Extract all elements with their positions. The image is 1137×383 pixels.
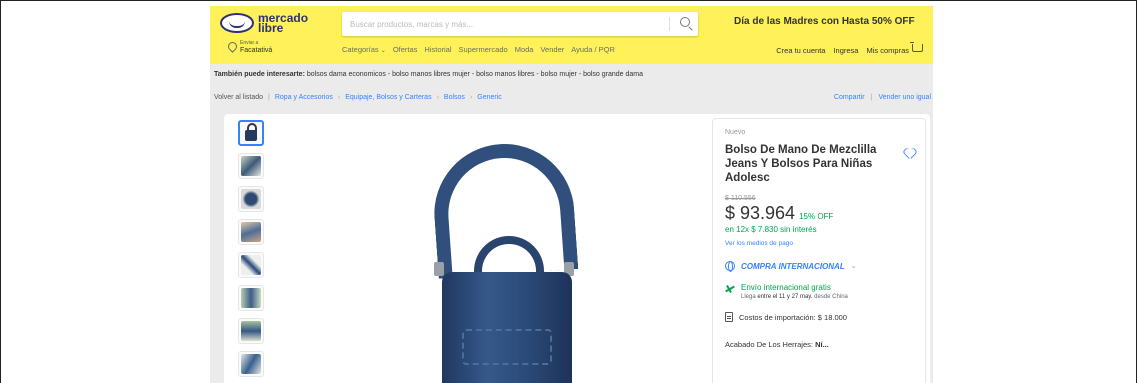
- shipping-title: Envío internacional gratis: [741, 283, 831, 292]
- thumbnail-gallery: [238, 120, 266, 383]
- breadcrumb: Volver al listado | Ropa y Accesorios › …: [214, 94, 502, 101]
- breadcrumb-item[interactable]: Ropa y Accesorios: [275, 94, 333, 101]
- nav-categories-label: Categorías: [342, 45, 379, 54]
- breadcrumb-separator: |: [268, 94, 270, 101]
- account-links: Crea tu cuenta Ingresa Mis compras: [776, 46, 909, 55]
- back-to-list-link[interactable]: Volver al listado: [214, 94, 263, 101]
- shipping-dates: entre el 11 y 27 may.: [757, 294, 813, 300]
- condition-label: Nuevo: [725, 129, 746, 136]
- my-purchases-link[interactable]: Mis compras: [866, 46, 909, 55]
- handshake-logo-icon: [220, 13, 254, 33]
- thumbnail-image: [241, 321, 261, 341]
- logo-text: mercado libre: [258, 12, 308, 34]
- thumbnail-image: [241, 354, 261, 374]
- frame-left-border: [0, 0, 1, 383]
- search-input[interactable]: [342, 12, 662, 36]
- bag-clip: [434, 262, 444, 276]
- related-links[interactable]: bolsos dama economicos - bolso manos lib…: [307, 71, 643, 78]
- nav-history[interactable]: Historial: [424, 45, 451, 54]
- thumbnail-image: [241, 288, 261, 308]
- import-costs-text: Costos de importación: $ 18.000: [739, 312, 847, 322]
- breadcrumb-item[interactable]: Bolsos: [444, 94, 465, 101]
- thumbnail[interactable]: [238, 153, 264, 179]
- nav-offers[interactable]: Ofertas: [393, 45, 418, 54]
- thumbnail[interactable]: [238, 120, 264, 146]
- create-account-link[interactable]: Crea tu cuenta: [776, 46, 825, 55]
- international-label: COMPRA INTERNACIONAL: [741, 261, 845, 271]
- nav-categories[interactable]: Categorías ⌄: [342, 45, 386, 54]
- product-page: mercado libre Día de las Madres con Hast…: [210, 6, 933, 383]
- product-title: Bolso De Mano De Mezclilla Jeans Y Bolso…: [725, 144, 877, 184]
- discount-badge: 15% OFF: [799, 212, 834, 221]
- nav-help[interactable]: Ayuda / PQR: [571, 45, 615, 54]
- main-nav: Categorías ⌄ Ofertas Historial Supermerc…: [342, 45, 615, 54]
- thumbnail-image: [241, 222, 261, 242]
- share-actions: Compartir | Vender uno igual: [834, 94, 931, 101]
- installments-text: en 12x $ 7.830 sin interés: [725, 225, 817, 234]
- cart-icon[interactable]: [910, 42, 923, 52]
- breadcrumb-chevron-icon: ›: [337, 94, 341, 101]
- promo-banner[interactable]: Día de las Madres con Hasta 50% OFF: [734, 16, 915, 27]
- thumbnail[interactable]: [238, 219, 264, 245]
- breadcrumb-chevron-icon: ›: [469, 94, 473, 101]
- international-purchase[interactable]: COMPRA INTERNACIONAL ⌄: [725, 261, 913, 272]
- shipping-eta: Llega entre el 11 y 27 may. desde China: [741, 294, 848, 300]
- thumbnail[interactable]: [238, 285, 264, 311]
- search-bar: [342, 12, 698, 36]
- location-label: Enviar a: [240, 40, 259, 46]
- thumbnail-image: [241, 156, 261, 176]
- site-header: mercado libre Día de las Madres con Hast…: [210, 6, 933, 64]
- airplane-icon: [725, 284, 735, 294]
- frame-top-border: [0, 0, 1137, 1]
- bag-body: [442, 272, 572, 383]
- thumbnail[interactable]: [238, 351, 264, 377]
- login-link[interactable]: Ingresa: [833, 46, 858, 55]
- payment-methods-link[interactable]: Ver los medios de pago: [725, 240, 913, 247]
- share-link[interactable]: Compartir: [834, 94, 865, 101]
- thumbnail[interactable]: [238, 186, 264, 212]
- location-pin-icon: [226, 40, 239, 53]
- attribute-value: Ní...: [815, 340, 829, 349]
- chevron-down-icon: ⌄: [850, 263, 857, 270]
- product-main-image[interactable]: [404, 139, 604, 383]
- shipping-info: Envío internacional gratis Llega entre e…: [725, 283, 913, 300]
- attribute-label: Acabado De Los Herrajes:: [725, 340, 813, 349]
- bag-thumbnail-image: [245, 123, 257, 141]
- thumbnail-image: [241, 255, 261, 275]
- heart-icon[interactable]: [904, 149, 915, 159]
- shipping-origin: desde China: [814, 294, 848, 300]
- location-value: Facatativá: [240, 47, 273, 54]
- original-price: $ 110.556: [725, 195, 756, 202]
- product-attribute: Acabado De Los Herrajes: Ní...: [725, 340, 913, 349]
- breadcrumb-item[interactable]: Equipaje, Bolsos y Carteras: [345, 94, 431, 101]
- nav-sell[interactable]: Vender: [540, 45, 564, 54]
- buy-box: Nuevo Bolso De Mano De Mezclilla Jeans Y…: [712, 118, 926, 383]
- thumbnail-image: [241, 189, 261, 209]
- sell-similar-link[interactable]: Vender uno igual: [878, 94, 931, 101]
- share-separator: |: [870, 94, 873, 101]
- chevron-down-icon: ⌄: [380, 48, 386, 54]
- search-divider: [669, 17, 670, 31]
- related-searches: También puede interesarte: bolsos dama e…: [214, 71, 643, 78]
- breadcrumb-chevron-icon: ›: [436, 94, 439, 101]
- nav-fashion[interactable]: Moda: [515, 45, 534, 54]
- related-label: También puede interesarte:: [214, 71, 305, 78]
- breadcrumb-item[interactable]: Generic: [477, 94, 502, 101]
- shipping-prefix: Llega: [741, 294, 756, 300]
- product-card: Nuevo Bolso De Mano De Mezclilla Jeans Y…: [224, 114, 930, 383]
- nav-supermarket[interactable]: Supermercado: [459, 45, 508, 54]
- price-row: $ 93.964 15% OFF: [725, 203, 913, 224]
- current-price: $ 93.964: [725, 203, 796, 223]
- mercadolibre-logo[interactable]: mercado libre: [220, 10, 340, 36]
- bag-pocket: [462, 329, 552, 365]
- thumbnail[interactable]: [238, 252, 264, 278]
- globe-icon: [725, 261, 735, 272]
- search-icon[interactable]: [680, 17, 690, 27]
- thumbnail[interactable]: [238, 318, 264, 344]
- import-costs: Costos de importación: $ 18.000: [725, 312, 913, 322]
- document-icon: [725, 312, 733, 322]
